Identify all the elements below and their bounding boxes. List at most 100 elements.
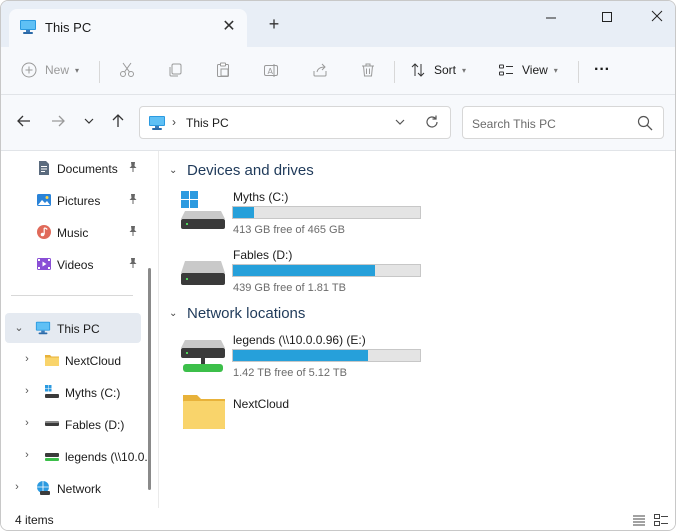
rename-button[interactable]: A [263,55,279,85]
content-pane: ⌄ Devices and drives Myths (C:) 413 GB f… [159,151,675,508]
trash-icon [362,63,374,77]
svg-text:A: A [268,67,274,76]
pin-icon[interactable] [127,225,139,237]
toolbar-divider [578,61,579,83]
sidebar-item-label: Network [57,482,102,496]
drive-icon [181,261,225,285]
documents-icon [39,161,49,175]
chevron-down-icon [84,118,94,124]
sidebar-item-label: Videos [57,258,94,272]
sidebar-item-label: legends (\\10.0.0.96) (E:) [65,450,147,464]
new-button[interactable]: New ▾ [21,55,79,85]
share-button[interactable] [312,55,328,85]
sidebar-item-label: Pictures [57,194,101,208]
search-input[interactable]: Search This PC [462,106,664,139]
breadcrumb-this-pc[interactable]: This PC [186,116,229,130]
delete-button[interactable] [360,55,376,85]
sidebar-item-fables-d[interactable]: › Fables (D:) [1,409,147,439]
sidebar-item-documents[interactable]: Documents [1,153,147,183]
chevron-down-icon[interactable]: ⌄ [13,321,25,335]
sidebar-item-this-pc[interactable]: ⌄ This PC [5,313,141,343]
copy-icon [169,63,182,77]
sidebar-scrollbar[interactable] [148,268,151,490]
new-tab-button[interactable]: + [263,14,285,36]
folder-icon [183,395,225,429]
videos-icon [37,258,51,270]
navigation-bar: › This PC Search This PC [1,95,675,151]
sort-button[interactable]: Sort ▾ [410,55,466,85]
sidebar-item-label: This PC [57,322,100,336]
chevron-right-icon[interactable]: › [21,449,33,463]
view-icon [499,64,513,76]
drive-icon [45,421,59,426]
arrow-up-icon [112,114,124,127]
navigation-pane: Documents Pictures Music Videos ⌄ This P… [1,151,158,508]
drive-usage-fill [233,265,376,276]
network-drive-legends-e[interactable]: legends (\\10.0.0.96) (E:) 1.42 TB free … [181,330,431,386]
copy-button[interactable] [167,55,183,85]
cut-button[interactable] [119,55,135,85]
chevron-right-icon[interactable]: › [21,353,33,367]
view-label: View [522,63,548,77]
pin-icon[interactable] [127,257,139,269]
sidebar-item-network[interactable]: › Network [1,473,147,503]
group-header-devices[interactable]: ⌄ Devices and drives [169,159,314,181]
network-icon [37,481,50,495]
details-view-icon[interactable] [631,512,647,528]
minimize-button[interactable] [531,7,571,29]
windows-drive-icon [181,191,225,229]
tab-title: This PC [45,20,92,35]
arrow-left-icon [17,115,30,127]
drive-name: Myths (C:) [233,190,289,204]
drive-name: legends (\\10.0.0.96) (E:) [233,333,366,347]
drive-myths-c[interactable]: Myths (C:) 413 GB free of 465 GB [181,187,431,243]
new-label: New [45,63,70,77]
drive-usage-bar [232,264,421,277]
status-bar: 4 items [1,508,675,530]
forward-button[interactable] [47,113,69,133]
drive-name: Fables (D:) [233,248,293,262]
sidebar-item-label: Myths (C:) [65,386,121,400]
maximize-button[interactable] [587,7,627,29]
group-header-network[interactable]: ⌄ Network locations [169,302,305,324]
toolbar-divider [99,61,100,83]
pin-icon[interactable] [127,193,139,205]
sidebar-item-music[interactable]: Music [1,217,147,247]
close-tab-icon[interactable]: ✕ [219,17,239,37]
windows-drive-icon [45,385,59,398]
plus-circle-icon [21,62,37,78]
sidebar-item-pictures[interactable]: Pictures [1,185,147,215]
recent-locations-button[interactable] [78,113,100,133]
refresh-icon[interactable] [424,114,440,130]
pin-icon[interactable] [127,161,139,173]
clipboard-icon [217,62,229,77]
paste-button[interactable] [215,55,231,85]
chevron-right-icon[interactable]: › [21,385,33,399]
close-window-button[interactable] [637,7,675,29]
back-button[interactable] [13,113,35,133]
scissors-icon [120,62,134,77]
location-name: NextCloud [233,397,290,411]
chevron-right-icon[interactable]: › [11,481,23,495]
sidebar-item-label: Music [57,226,89,240]
up-button[interactable] [107,113,129,133]
share-icon [313,63,327,77]
see-more-button[interactable]: ··· [594,55,610,85]
tab-this-pc[interactable]: This PC ✕ [9,9,247,47]
network-location-nextcloud[interactable]: NextCloud [181,389,431,445]
group-title: Network locations [187,304,306,322]
sidebar-item-videos[interactable]: Videos [1,249,147,279]
tiles-view-icon[interactable] [653,512,669,528]
more-icon: ··· [594,61,610,78]
sidebar-item-legends-e[interactable]: › legends (\\10.0.0.96) (E:) [1,441,147,471]
drive-usage-fill [233,207,254,218]
sidebar-item-myths-c[interactable]: › Myths (C:) [1,377,147,407]
chevron-down-icon[interactable] [392,114,408,130]
network-drive-icon [45,453,59,461]
address-bar[interactable]: › This PC [139,106,451,139]
chevron-right-icon[interactable]: › [21,417,33,431]
this-pc-icon [149,116,165,130]
sidebar-item-nextcloud[interactable]: › NextCloud [1,345,147,375]
drive-fables-d[interactable]: Fables (D:) 439 GB free of 1.81 TB [181,245,431,301]
view-button[interactable]: View ▾ [498,55,558,85]
